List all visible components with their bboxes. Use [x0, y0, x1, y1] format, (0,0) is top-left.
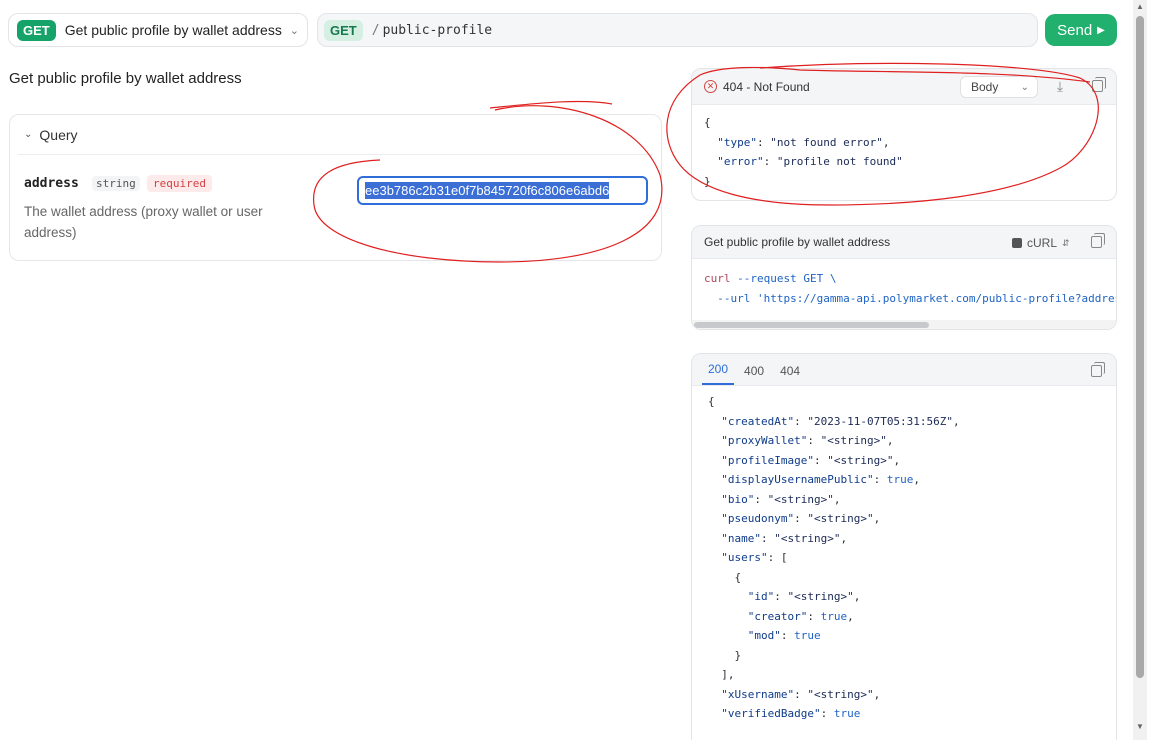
status-tabs: 200 400 404	[692, 354, 1116, 386]
send-button[interactable]: Send ▶	[1045, 14, 1117, 46]
copy-icon[interactable]	[1088, 233, 1105, 250]
endpoint-select[interactable]: GET Get public profile by wallet address…	[8, 13, 308, 47]
request-code: curl --request GET \ --url 'https://gamm…	[704, 272, 1117, 305]
download-icon[interactable]: ⤓	[1052, 78, 1068, 94]
terminal-icon	[1012, 238, 1022, 248]
horizontal-scrollbar[interactable]	[692, 320, 1116, 329]
url-path: public-profile	[382, 22, 493, 38]
request-example-panel: Get public profile by wallet address cUR…	[691, 225, 1117, 330]
param-type: string	[92, 176, 140, 191]
method-badge: GET	[17, 19, 56, 41]
play-icon: ▶	[1097, 24, 1105, 36]
param-description: The wallet address (proxy wallet or user…	[24, 204, 263, 240]
language-label: cURL	[1027, 236, 1058, 250]
address-input-value: ee3b786c2b31e0f7b845720f6c806e6abd6	[365, 182, 610, 199]
copy-icon[interactable]	[1089, 77, 1106, 94]
copy-icon[interactable]	[1088, 362, 1105, 379]
query-panel: ⌄ Query address string required The wall…	[9, 114, 662, 261]
url-bar[interactable]: GET / public-profile	[317, 13, 1038, 47]
query-label: Query	[39, 126, 78, 143]
chevron-down-icon: ⌄	[1020, 81, 1029, 93]
tab-200[interactable]: 200	[702, 362, 735, 385]
url-method-badge: GET	[324, 19, 363, 41]
tab-404[interactable]: 404	[774, 364, 806, 385]
scroll-down-icon[interactable]: ▼	[1136, 722, 1144, 731]
response-status: 404 - Not Found	[723, 79, 810, 94]
param-name: address	[24, 176, 79, 191]
response-example-panel: 200 400 404 { "createdAt": "2023-11-07T0…	[691, 353, 1117, 740]
request-title: Get public profile by wallet address	[704, 235, 891, 249]
language-select[interactable]: cURL ⇵	[1012, 236, 1070, 250]
scroll-up-icon[interactable]: ▲	[1136, 2, 1144, 11]
request-header: Get public profile by wallet address cUR…	[692, 226, 1116, 259]
error-circle-icon: ✕	[704, 80, 717, 93]
response-panel: ✕ 404 - Not Found Body ⌄ ⤓ { "type": "no…	[691, 68, 1117, 201]
chevron-down-icon: ⌄	[289, 24, 299, 37]
example-body: { "createdAt": "2023-11-07T05:31:56Z", "…	[708, 395, 960, 720]
sort-icon: ⇵	[1062, 237, 1070, 248]
response-body: { "type": "not found error", "error": "p…	[704, 116, 903, 188]
url-slash: /	[371, 22, 380, 38]
address-input[interactable]: ee3b786c2b31e0f7b845720f6c806e6abd6	[357, 176, 648, 205]
chevron-down-icon: ⌄	[24, 129, 33, 140]
page-scrollbar[interactable]: ▲ ▼	[1133, 0, 1147, 740]
page-title: Get public profile by wallet address	[9, 70, 242, 87]
tab-400[interactable]: 400	[738, 364, 770, 385]
response-view-label: Body	[971, 80, 999, 94]
response-view-select[interactable]: Body ⌄	[960, 76, 1038, 98]
endpoint-title: Get public profile by wallet address	[64, 22, 282, 38]
query-toggle[interactable]: ⌄ Query	[18, 115, 653, 155]
send-label: Send	[1057, 21, 1093, 39]
param-required-badge: required	[147, 175, 212, 192]
response-header: ✕ 404 - Not Found Body ⌄ ⤓	[692, 69, 1116, 105]
